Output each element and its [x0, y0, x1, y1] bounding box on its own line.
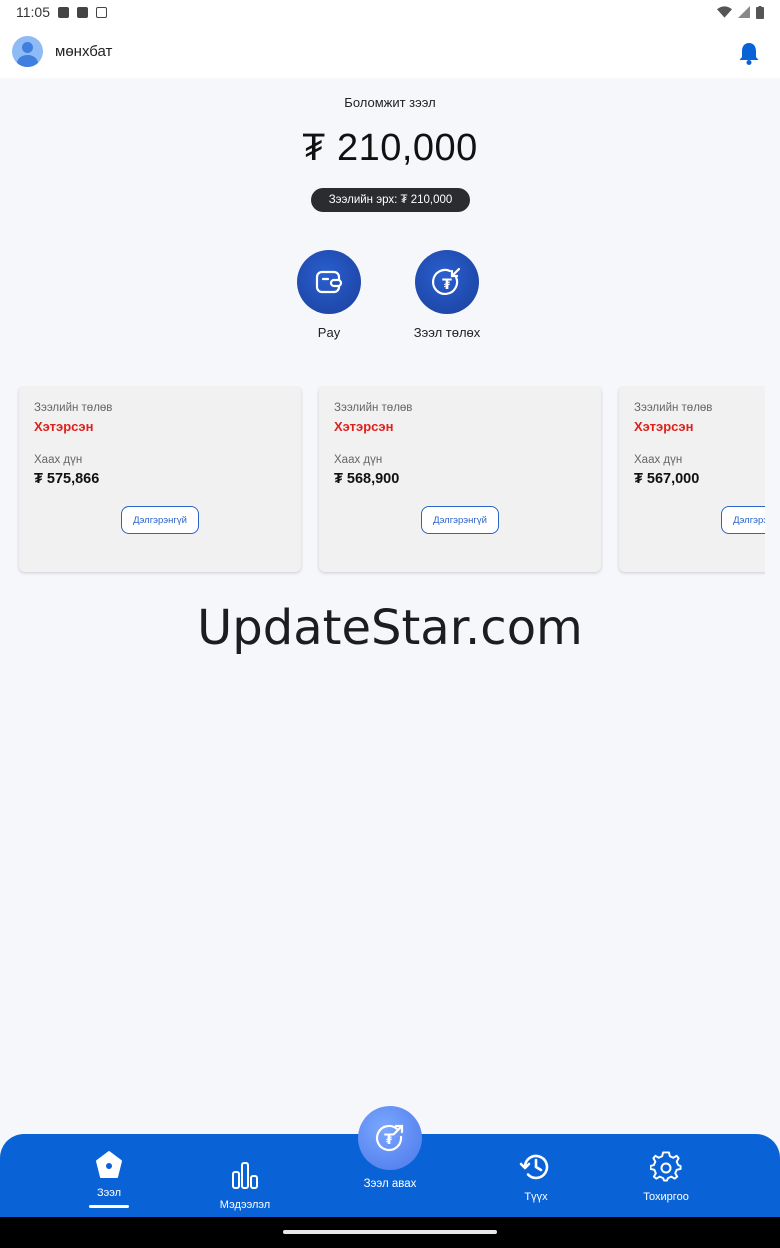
close-amount: ₮ 567,000	[634, 471, 700, 487]
pay-action[interactable]: Pay	[264, 250, 394, 340]
details-button[interactable]: Дэлгэрэнгүй	[121, 506, 199, 534]
status-time: 11:05	[16, 4, 50, 20]
status-bar: 11:05	[0, 0, 780, 24]
home-icon	[96, 1151, 122, 1178]
sd-card-icon	[77, 6, 88, 18]
details-button[interactable]: Дэлгэрэнгүй	[421, 506, 499, 534]
get-loan-label: Зээл авах	[363, 1178, 417, 1190]
watermark: UpdateStar.com	[197, 600, 583, 656]
loan-status: Хэтэрсэн	[34, 419, 94, 434]
bar-chart-icon	[232, 1162, 258, 1189]
balance-label: Боломжит зээл	[344, 95, 436, 110]
close-amount: ₮ 575,866	[34, 471, 100, 487]
loan-limit-badge: Зээлийн эрх: ₮ 210,000	[311, 188, 470, 212]
signal-icon	[738, 6, 750, 18]
home-gesture-handle[interactable]	[283, 1230, 497, 1234]
nav-item-info[interactable]: Мэдээлэл	[195, 1148, 295, 1211]
repay-loan-label: Зээл төлөх	[413, 325, 481, 340]
repay-action[interactable]: ₮ Зээл төлөх	[382, 250, 512, 340]
wifi-icon	[717, 6, 732, 18]
battery-icon	[756, 5, 764, 19]
loan-status: Хэтэрсэн	[334, 419, 394, 434]
loan-status-title: Зээлийн төлөв	[634, 402, 713, 414]
notification-bell-icon[interactable]	[738, 41, 760, 65]
active-tab-indicator	[89, 1205, 129, 1208]
loan-status: Хэтэрсэн	[634, 419, 694, 434]
repay-loan-button[interactable]: ₮	[415, 250, 479, 314]
tugrik-arrow-icon: ₮	[376, 1124, 404, 1152]
pay-button[interactable]	[297, 250, 361, 314]
details-button[interactable]: Дэлгэрэнгүй	[721, 506, 765, 534]
font-icon	[96, 6, 107, 18]
wallet-icon	[315, 270, 343, 294]
svg-text:₮: ₮	[442, 277, 452, 293]
shield-icon	[58, 6, 69, 18]
app-bar: мөнхбат	[0, 24, 780, 78]
nav-item-history[interactable]: Түүх	[486, 1148, 586, 1203]
get-loan-button[interactable]: ₮	[358, 1106, 422, 1170]
close-amount-title: Хаах дүн	[634, 454, 683, 466]
loan-card[interactable]: Зээлийн төлөв Хэтэрсэн Хаах дүн ₮ 575,86…	[19, 386, 301, 572]
loan-status-title: Зээлийн төлөв	[34, 402, 113, 414]
close-amount: ₮ 568,900	[334, 471, 400, 487]
settings-icon	[650, 1151, 682, 1182]
system-nav-bar	[0, 1217, 780, 1248]
close-amount-title: Хаах дүн	[334, 454, 383, 466]
nav-label-history: Түүх	[524, 1191, 548, 1203]
loan-card[interactable]: Зээлийн төлөв Хэтэрсэн Хаах дүн ₮ 567,00…	[619, 386, 765, 572]
username: мөнхбат	[55, 42, 113, 60]
nav-item-loan[interactable]: Зээл	[59, 1148, 159, 1208]
avatar[interactable]	[12, 35, 43, 67]
loan-card[interactable]: Зээлийн төлөв Хэтэрсэн Хаах дүн ₮ 568,90…	[319, 386, 601, 572]
nav-label-info: Мэдээлэл	[219, 1199, 271, 1211]
svg-text:₮: ₮	[384, 1132, 394, 1148]
loan-status-title: Зээлийн төлөв	[334, 402, 413, 414]
tugrik-return-icon: ₮	[432, 267, 461, 295]
pay-label: Pay	[317, 325, 341, 340]
nav-label-settings: Тохиргоо	[643, 1191, 689, 1203]
close-amount-title: Хаах дүн	[34, 454, 83, 466]
nav-item-settings[interactable]: Тохиргоо	[616, 1148, 716, 1203]
balance-amount: ₮ 210,000	[302, 127, 478, 169]
history-icon	[519, 1154, 549, 1180]
loan-cards-carousel[interactable]: Зээлийн төлөв Хэтэрсэн Хаах дүн ₮ 575,86…	[0, 386, 765, 578]
nav-label-loan: Зээл	[96, 1187, 122, 1199]
